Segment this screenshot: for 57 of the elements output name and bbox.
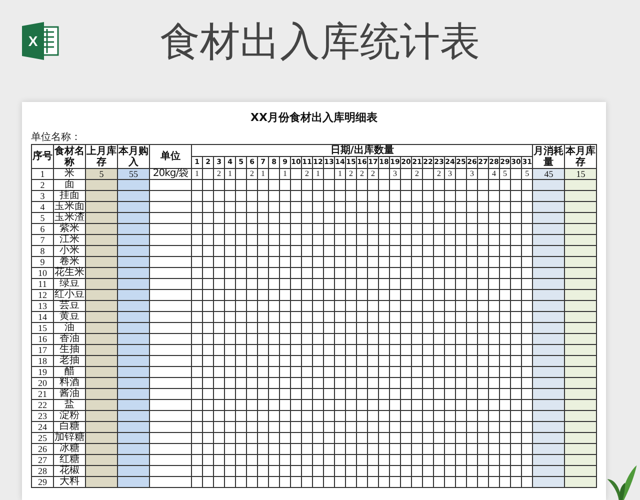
column-header: 日期/出库数量 bbox=[192, 144, 533, 156]
org-label: 单位名称： bbox=[31, 132, 81, 144]
table-cell: 20kg/袋 bbox=[150, 168, 192, 180]
table-cell: 1 bbox=[258, 168, 268, 180]
table-cell: 2 bbox=[412, 168, 422, 180]
column-header: 食材名称 bbox=[54, 144, 86, 168]
table-cell: 2 bbox=[356, 168, 368, 180]
spreadsheet-logo: X bbox=[20, 21, 60, 61]
table-cell: 3 bbox=[390, 168, 400, 180]
table-cell: 11 bbox=[32, 278, 54, 290]
table-cell: 1 bbox=[32, 168, 54, 180]
table-cell: 1 bbox=[334, 168, 346, 180]
table-cell: 8 bbox=[32, 246, 54, 256]
table-cell: 3 bbox=[466, 168, 478, 180]
table-cell: 15 bbox=[32, 322, 54, 334]
table-cell: 27 bbox=[32, 454, 54, 466]
table-cell: 23 bbox=[32, 410, 54, 422]
table-cell: 5 bbox=[500, 168, 510, 180]
table-cell: 19 bbox=[32, 366, 54, 378]
table-cell: 26 bbox=[32, 444, 54, 454]
table-cell: 18 bbox=[32, 356, 54, 366]
table-cell: 2 bbox=[214, 168, 224, 180]
table-cell: 13 bbox=[32, 300, 54, 312]
table-cell: 2 bbox=[368, 168, 378, 180]
table-cell: 22 bbox=[32, 400, 54, 410]
table-cell: 1 bbox=[280, 168, 290, 180]
table-cell: 1 bbox=[312, 168, 324, 180]
table-cell: 29 bbox=[32, 476, 54, 488]
table-cell: 4 bbox=[488, 168, 500, 180]
table-cell: 2 bbox=[434, 168, 444, 180]
table-cell: 2 bbox=[32, 180, 54, 190]
column-header: 序号 bbox=[32, 144, 54, 168]
column-header: 单位 bbox=[150, 144, 192, 168]
table-cell: 4 bbox=[32, 202, 54, 212]
table-cell: 12 bbox=[32, 290, 54, 300]
table-cell: 1 bbox=[192, 168, 202, 180]
table-cell: 9 bbox=[32, 256, 54, 268]
page-title: 食材出入库统计表 bbox=[159, 18, 481, 66]
table-cell: 6 bbox=[32, 224, 54, 234]
table-cell: 14 bbox=[32, 312, 54, 322]
table-cell: 10 bbox=[32, 268, 54, 278]
table-cell: 24 bbox=[32, 422, 54, 432]
table-cell: 3 bbox=[32, 190, 54, 202]
table-cell: 1 bbox=[224, 168, 236, 180]
table-cell: 7 bbox=[32, 234, 54, 246]
table-cell: 17 bbox=[32, 344, 54, 356]
table-cell: 25 bbox=[32, 432, 54, 444]
table-cell: 28 bbox=[32, 466, 54, 476]
table-cell: 20 bbox=[32, 378, 54, 388]
table-cell: 21 bbox=[32, 388, 54, 400]
table-cell: 2 bbox=[346, 168, 356, 180]
table-cell: 16 bbox=[32, 334, 54, 344]
sheet-title: XX月份食材出入库明细表 bbox=[250, 110, 378, 125]
table-cell: 5 bbox=[32, 212, 54, 224]
table-cell: 2 bbox=[246, 168, 258, 180]
table-cell: 3 bbox=[444, 168, 456, 180]
table-cell: 2 bbox=[302, 168, 312, 180]
